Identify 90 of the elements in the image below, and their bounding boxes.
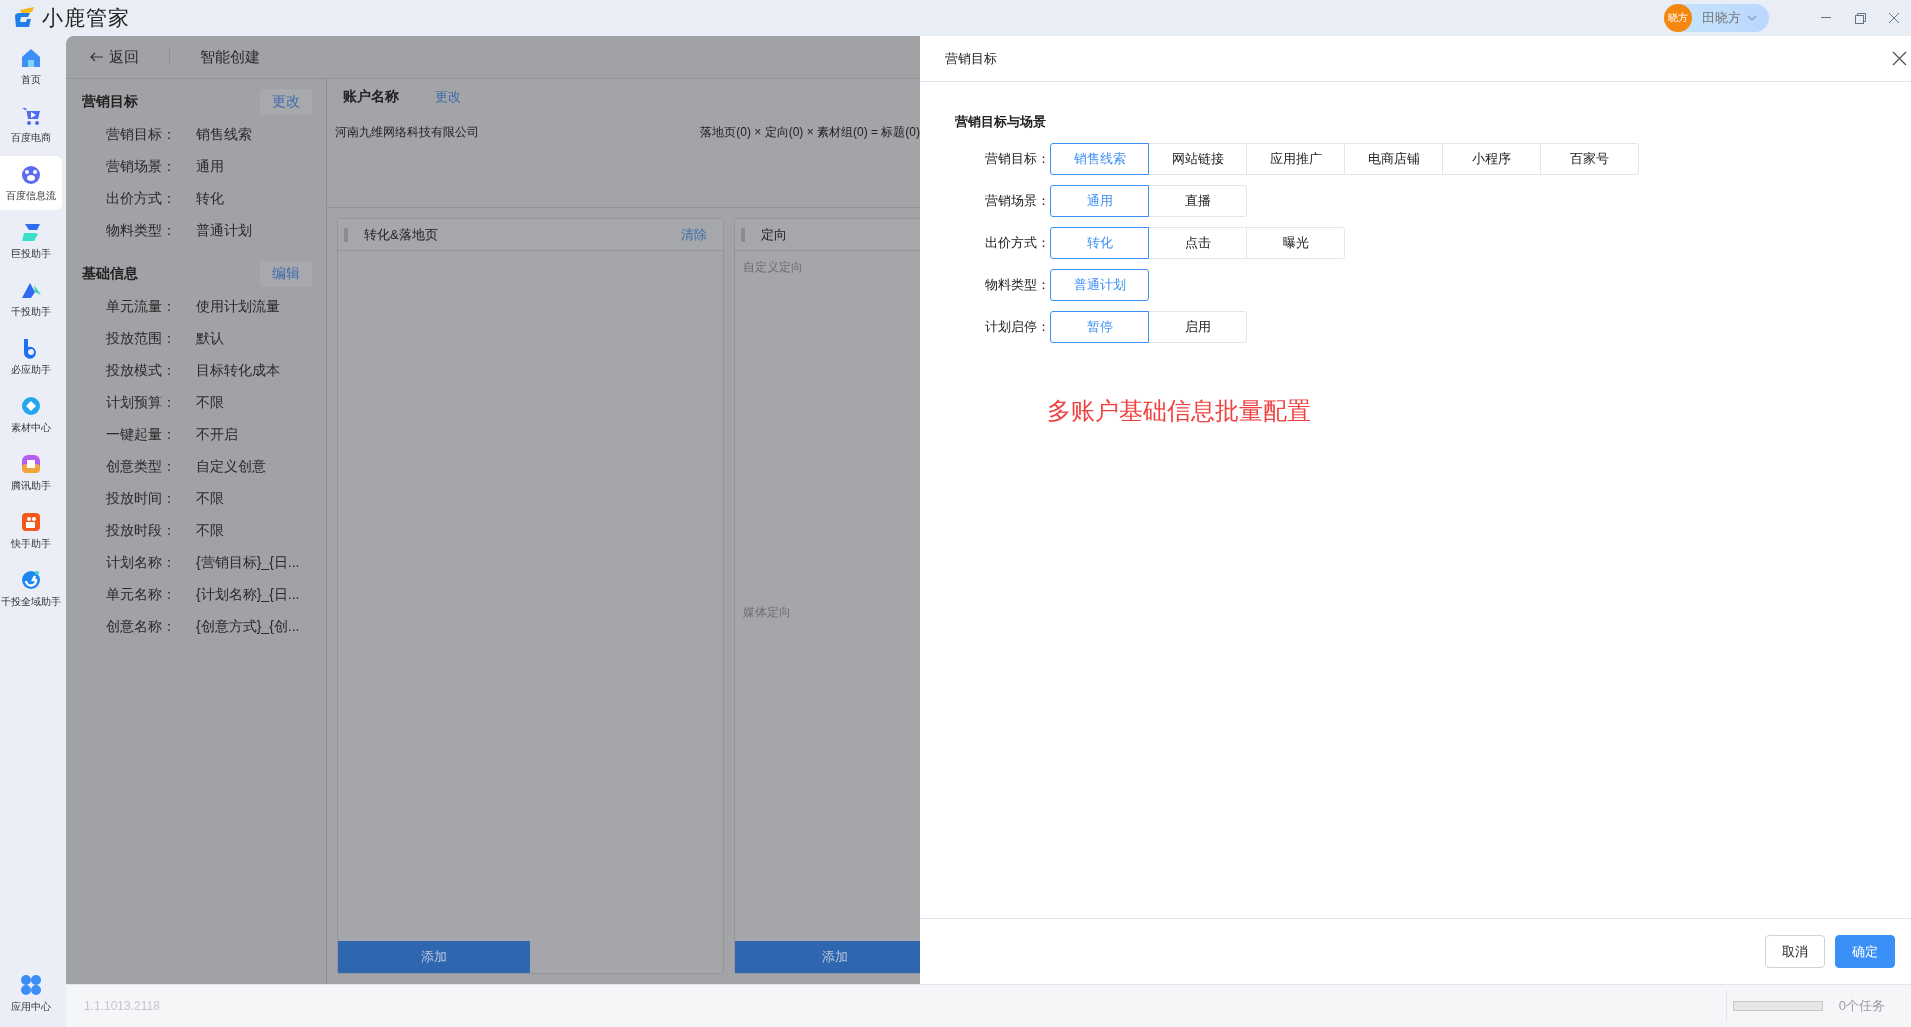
field-label: 单元流量： bbox=[105, 298, 176, 316]
page-title: 智能创建 bbox=[200, 47, 260, 67]
field-value: 普通计划 bbox=[196, 222, 252, 240]
card-title: 定向 bbox=[761, 225, 788, 244]
annotation-text: 多账户基础信息批量配置 bbox=[1047, 396, 1311, 426]
option-button[interactable]: 直播 bbox=[1148, 185, 1247, 217]
option-button[interactable]: 网站链接 bbox=[1148, 143, 1247, 175]
field-label: 物料类型： bbox=[105, 222, 176, 240]
section-title: 营销目标 bbox=[82, 93, 138, 111]
task-count: 0个任务 bbox=[1838, 997, 1885, 1015]
field-value: {计划名称}_{日... bbox=[196, 586, 300, 604]
field-value: 使用计划流量 bbox=[196, 298, 280, 316]
field-label: 计划名称： bbox=[105, 554, 176, 572]
option-button[interactable]: 启用 bbox=[1148, 311, 1247, 343]
field-label: 出价方式： bbox=[105, 190, 176, 208]
field-value: 目标转化成本 bbox=[196, 362, 280, 380]
field-value: {创意方式}_{创... bbox=[196, 618, 300, 636]
option-button[interactable]: 应用推广 bbox=[1246, 143, 1345, 175]
field-value: 销售线索 bbox=[196, 126, 252, 144]
field-value: 不限 bbox=[196, 522, 224, 540]
sidebar-item[interactable]: 百度信息流 bbox=[0, 156, 62, 210]
ring-icon bbox=[20, 395, 42, 417]
field-label: 创意类型： bbox=[105, 458, 176, 476]
option-button[interactable]: 电商店铺 bbox=[1344, 143, 1443, 175]
field-value: 不开启 bbox=[196, 426, 238, 444]
back-button[interactable]: 返回 bbox=[90, 47, 139, 67]
minimize-icon bbox=[1821, 17, 1831, 19]
sidebar-item[interactable]: 百度电商 bbox=[0, 98, 62, 152]
sidebar-item[interactable]: 千投全域助手 bbox=[0, 562, 62, 616]
close-icon bbox=[1891, 51, 1907, 66]
section-title: 基础信息 bbox=[82, 265, 138, 283]
option-button[interactable]: 曝光 bbox=[1246, 227, 1345, 259]
s-shape-icon bbox=[20, 221, 42, 243]
column-heading: 账户名称 bbox=[343, 88, 399, 106]
field-label: 营销场景： bbox=[105, 158, 176, 176]
field-label: 投放模式： bbox=[105, 362, 176, 380]
field-label: 一键起量： bbox=[105, 426, 176, 444]
formula-text: 落地页(0) × 定向(0) × 素材组(0) = 标题(0) bbox=[700, 123, 920, 141]
field-label: 出价方式： bbox=[984, 234, 1050, 252]
cancel-button[interactable]: 取消 bbox=[1765, 935, 1825, 968]
sidebar-item[interactable]: 首页 bbox=[0, 40, 62, 94]
field-label: 营销目标： bbox=[105, 126, 176, 144]
cart-icon bbox=[20, 105, 42, 127]
card-title: 转化&落地页 bbox=[364, 225, 439, 244]
option-button[interactable]: 小程序 bbox=[1442, 143, 1541, 175]
field-value: 不限 bbox=[196, 394, 224, 412]
arrow-left-icon bbox=[90, 52, 103, 62]
field-value: 通用 bbox=[196, 158, 224, 176]
field-label: 投放范围： bbox=[105, 330, 176, 348]
field-value: 转化 bbox=[196, 190, 224, 208]
field-label: 计划预算： bbox=[105, 394, 176, 412]
close-icon bbox=[1889, 13, 1899, 23]
option-button[interactable]: 点击 bbox=[1148, 227, 1247, 259]
field-label: 投放时间： bbox=[105, 490, 176, 508]
user-avatar: 晓方 bbox=[1664, 4, 1692, 32]
field-label: 物料类型： bbox=[984, 276, 1050, 294]
field-value: 自定义创意 bbox=[196, 458, 266, 476]
paw-icon bbox=[20, 163, 42, 185]
logo-icon bbox=[12, 6, 36, 30]
section-title: 营销目标与场景 bbox=[955, 113, 1046, 131]
add-button[interactable]: 添加 bbox=[338, 941, 530, 973]
option-button[interactable]: 暂停 bbox=[1050, 311, 1149, 343]
field-label: 单元名称： bbox=[105, 586, 176, 604]
field-value: 默认 bbox=[196, 330, 224, 348]
grid-icon bbox=[20, 974, 42, 996]
sidebar-item[interactable]: 应用中心 bbox=[0, 967, 62, 1021]
sidebar-item[interactable]: 快手助手 bbox=[0, 504, 62, 558]
add-button[interactable]: 添加 bbox=[735, 941, 920, 973]
square-ring-icon bbox=[20, 453, 42, 475]
sidebar-item[interactable]: 素材中心 bbox=[0, 388, 62, 442]
drawer-title: 营销目标 bbox=[945, 49, 997, 68]
restore-icon bbox=[1854, 12, 1866, 24]
field-value: {营销目标}_{日... bbox=[196, 554, 300, 572]
sidebar-item[interactable]: 腾讯助手 bbox=[0, 446, 62, 500]
field-label: 创意名称： bbox=[105, 618, 176, 636]
camera-icon bbox=[20, 511, 42, 533]
field-label: 计划启停： bbox=[984, 318, 1050, 336]
account-name: 河南九维网络科技有限公司 bbox=[335, 123, 479, 141]
swirl-icon bbox=[20, 569, 42, 591]
chevron-down-icon bbox=[1747, 15, 1757, 21]
option-button[interactable]: 百家号 bbox=[1540, 143, 1639, 175]
sidebar-item[interactable]: 必应助手 bbox=[0, 330, 62, 384]
sidebar-item[interactable]: 巨投助手 bbox=[0, 214, 62, 268]
sidebar-item[interactable]: 千投助手 bbox=[0, 272, 62, 326]
field-label: 投放时段： bbox=[105, 522, 176, 540]
home-icon bbox=[20, 47, 42, 69]
field-value: 不限 bbox=[196, 490, 224, 508]
field-label: 营销场景： bbox=[984, 192, 1050, 210]
field-label: 营销目标： bbox=[984, 150, 1050, 168]
app-name: 小鹿管家 bbox=[42, 5, 130, 31]
